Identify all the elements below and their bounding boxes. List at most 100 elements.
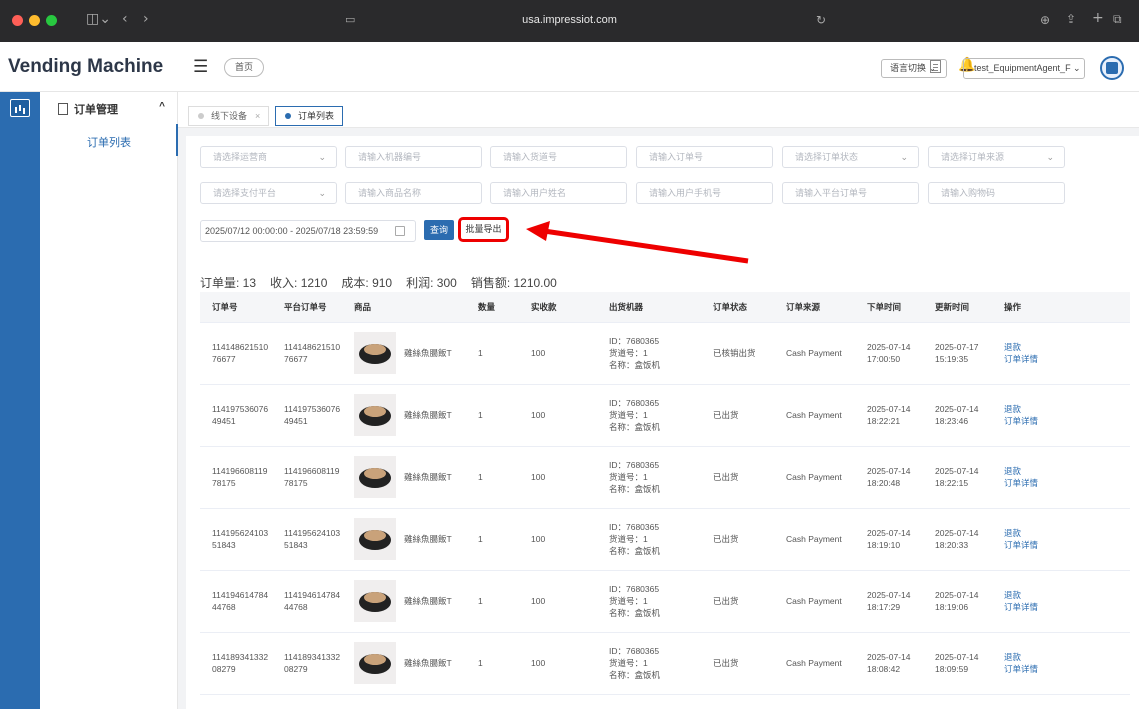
order-detail-link[interactable]: 订单详情	[1004, 477, 1130, 489]
home-tag[interactable]: 首页	[224, 58, 264, 77]
created-time: 2025-07-14 17:00:50	[867, 342, 911, 364]
refund-link[interactable]: 退款	[1004, 651, 1130, 663]
sidebar-group-order-management[interactable]: 订单管理 ^	[58, 101, 173, 117]
order-no-cell: 11418934133208279	[200, 632, 272, 695]
machine-id: ID：7680365	[609, 398, 660, 408]
refund-link[interactable]: 退款	[1004, 403, 1130, 415]
machine-name: 名称：盒饭机	[609, 670, 661, 680]
date-range-picker[interactable]: 2025/07/12 00:00:00 - 2025/07/18 23:59:5…	[200, 220, 416, 242]
user-select[interactable]: test_EquipmentAgent_F ⌄	[963, 58, 1085, 79]
created-cell: 2025-07-14 18:08:42	[855, 632, 923, 695]
refund-link[interactable]: 退款	[1004, 527, 1130, 539]
order-table: 订单号 平台订单号 商品 数量 实收款 出货机器 订单状态 订单来源 下单时间 …	[200, 292, 1130, 695]
goods-name: 雞絲魚腸飯T	[404, 658, 452, 668]
platform-no-cell: 11419660811978175	[272, 446, 342, 509]
order-no-cell: 11419753607649451	[200, 384, 272, 447]
order-detail-link[interactable]: 订单详情	[1004, 663, 1130, 675]
reload-icon[interactable]: ↻	[816, 13, 826, 27]
user-phone-input[interactable]: 请输入用户手机号	[636, 182, 773, 204]
order-no-input[interactable]: 请输入订单号	[636, 146, 773, 168]
new-tab-icon[interactable]: +	[1092, 10, 1104, 26]
machine-lane: 货道号：1	[609, 658, 648, 668]
payment-platform-select[interactable]: 请选择支付平台 ⌄	[200, 182, 337, 204]
machine-cell: ID：7680365 货道号：1 名称：盒饭机	[597, 570, 701, 633]
actions-cell: 退款 订单详情	[992, 384, 1130, 447]
sidebar-item-order-list[interactable]: 订单列表	[87, 134, 131, 150]
paid-cell: 100	[519, 632, 597, 695]
status-cell: 已出货	[701, 570, 774, 633]
goods-cell: 雞絲魚腸飯T	[342, 322, 466, 385]
goods-name: 雞絲魚腸飯T	[404, 472, 452, 482]
order-source-select[interactable]: 请选择订单来源 ⌄	[928, 146, 1065, 168]
platform-order-no: 11419461478444768	[284, 590, 341, 612]
qty-cell: 1	[466, 570, 519, 633]
order-detail-link[interactable]: 订单详情	[1004, 353, 1130, 365]
machine-id: ID：7680365	[609, 522, 660, 532]
goods-cell: 雞絲魚腸飯T	[342, 446, 466, 509]
tab-offline-devices[interactable]: 线下设备 ×	[188, 106, 270, 126]
goods-name-input[interactable]: 请输入商品名称	[345, 182, 482, 204]
lane-no-input[interactable]: 请输入货道号	[490, 146, 627, 168]
machine-id: ID：7680365	[609, 646, 660, 656]
machine-no-input[interactable]: 请输入机器编号	[345, 146, 482, 168]
chevron-down-icon: ⌄	[318, 152, 326, 162]
created-cell: 2025-07-14 18:22:21	[855, 384, 923, 447]
machine-name: 名称：盒饭机	[609, 546, 661, 556]
field-placeholder: 请选择订单状态	[795, 152, 859, 162]
actions-cell: 退款 订单详情	[992, 322, 1130, 385]
qty-cell: 1	[466, 384, 519, 447]
download-icon[interactable]: ⊕	[1040, 13, 1050, 27]
goods: 雞絲魚腸飯T	[354, 394, 466, 436]
order-detail-link[interactable]: 订单详情	[1004, 415, 1130, 427]
updated-cell: 2025-07-14 18:09:59	[923, 632, 992, 695]
order-detail-link[interactable]: 订单详情	[1004, 539, 1130, 551]
order-no: 11419753607649451	[212, 404, 269, 426]
paid-cell: 100	[519, 508, 597, 571]
order-no: 11414862151076677	[212, 342, 269, 364]
url-bar[interactable]: usa.impressiot.com	[0, 14, 1139, 26]
created-cell: 2025-07-14 18:17:29	[855, 570, 923, 633]
goods-name: 雞絲魚腸飯T	[404, 348, 452, 358]
platform-order-input[interactable]: 请输入平台订单号	[782, 182, 919, 204]
refund-link[interactable]: 退款	[1004, 341, 1130, 353]
brand-title: Vending Machine	[8, 56, 164, 77]
order-status-select[interactable]: 请选择订单状态 ⌄	[782, 146, 919, 168]
document-icon[interactable]	[930, 60, 941, 73]
refund-link[interactable]: 退款	[1004, 589, 1130, 601]
col-status: 订单状态	[701, 292, 774, 323]
order-detail-link[interactable]: 订单详情	[1004, 601, 1130, 613]
tab-label: 线下设备	[211, 111, 248, 121]
query-button[interactable]: 查询	[424, 220, 454, 240]
table-row: 11419562410351843 11419562410351843 雞絲魚腸飯T…	[200, 508, 1130, 571]
avatar[interactable]	[1100, 56, 1124, 80]
order-no-cell: 11419660811978175	[200, 446, 272, 509]
tab-order-list[interactable]: 订单列表	[275, 106, 344, 126]
col-created: 下单时间	[855, 292, 923, 323]
platform-order-no: 11418934133208279	[284, 652, 341, 674]
order-no: 11419562410351843	[212, 528, 269, 550]
order-no: 11418934133208279	[212, 652, 269, 674]
qty-cell: 1	[466, 632, 519, 695]
tab-overview-icon[interactable]: ⧉	[1113, 12, 1122, 27]
machine-cell: ID：7680365 货道号：1 名称：盒饭机	[597, 322, 701, 385]
close-icon[interactable]: ×	[255, 111, 260, 121]
chart-icon[interactable]	[10, 99, 30, 117]
menu-toggle-icon[interactable]: ☰	[193, 57, 208, 77]
user-name-input[interactable]: 请输入用户姓名	[490, 182, 627, 204]
col-paid: 实收款	[519, 292, 597, 323]
batch-export-button[interactable]: 批量导出	[458, 217, 509, 242]
updated-time: 2025-07-14 18:20:33	[935, 528, 979, 550]
sales-amount: 销售额: 1210.00	[470, 276, 557, 290]
order-no: 11419461478444768	[212, 590, 269, 612]
operator-select[interactable]: 请选择运营商 ⌄	[200, 146, 337, 168]
status-cell: 已出货	[701, 508, 774, 571]
app-header: Vending Machine ☰ 首页 语言切换 ⌄ 🔔 test_Equip…	[0, 42, 1139, 92]
paid-cell: 100	[519, 384, 597, 447]
share-icon[interactable]: ⇪	[1066, 12, 1076, 26]
updated-time: 2025-07-14 18:09:59	[935, 652, 979, 674]
refund-link[interactable]: 退款	[1004, 465, 1130, 477]
field-placeholder: 请选择运营商	[213, 152, 268, 162]
table-header-row: 订单号 平台订单号 商品 数量 实收款 出货机器 订单状态 订单来源 下单时间 …	[200, 292, 1130, 323]
goods: 雞絲魚腸飯T	[354, 518, 466, 560]
shopping-code-input[interactable]: 请输入购物码	[928, 182, 1065, 204]
